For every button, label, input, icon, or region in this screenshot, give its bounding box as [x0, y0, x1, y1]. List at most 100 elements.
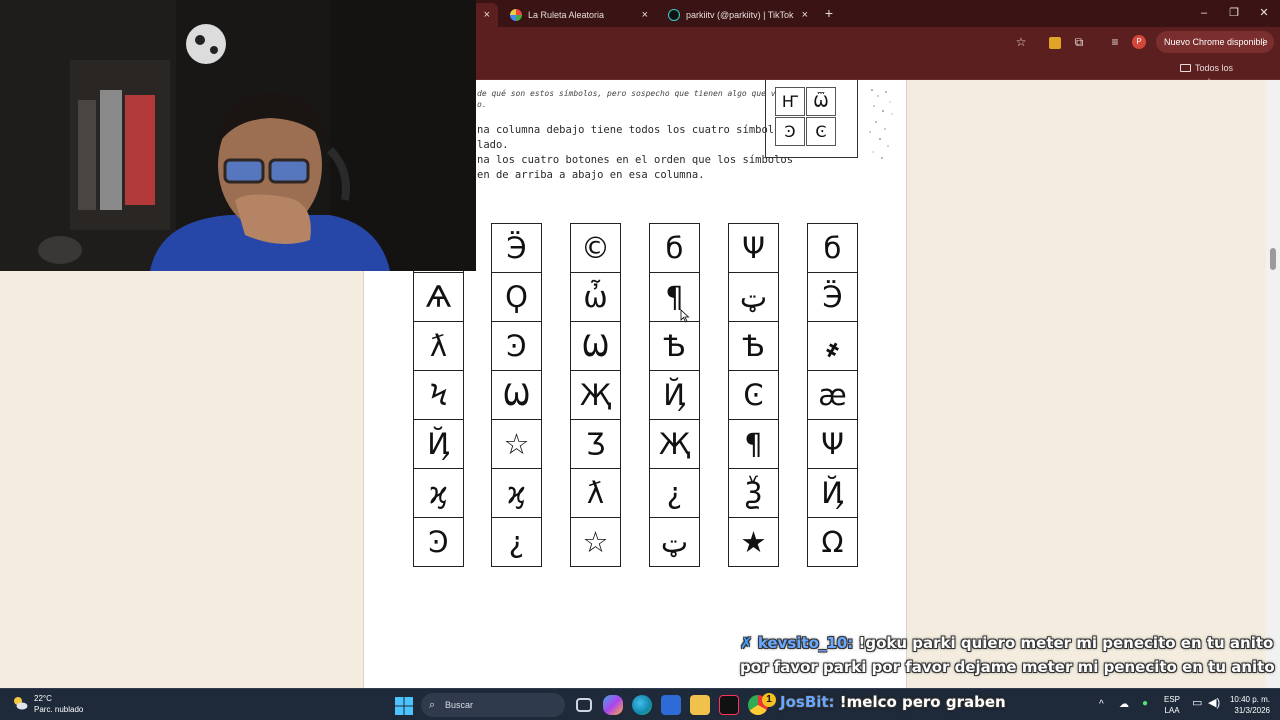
chat-username: kevsito_10:: [757, 634, 854, 652]
media-controls-icon[interactable]: ≡: [1106, 33, 1124, 51]
clock[interactable]: 10:40 p. m. 31/3/2026: [1228, 694, 1270, 716]
close-tab-icon[interactable]: ×: [484, 3, 490, 27]
network-icon[interactable]: ▭: [1192, 698, 1202, 709]
symbol-column: © ὦ Ѡ Җ Ӡ ƛ ☆: [570, 223, 621, 567]
lang-code: ESP: [1164, 695, 1181, 704]
tiktok-icon[interactable]: [719, 695, 739, 715]
symbol-cell: Ͽ: [413, 517, 464, 567]
symbol-column: Ӭ Ϙ Ͽ Ѡ ☆ ϗ ¿: [491, 223, 542, 567]
chat-username: JosBit:: [780, 693, 835, 711]
page-scrollbar[interactable]: [1266, 80, 1280, 688]
scrollbar-thumb[interactable]: [1270, 248, 1276, 270]
onedrive-icon[interactable]: ☁: [1119, 699, 1129, 710]
symbol-cell: б: [649, 223, 700, 273]
notification-badge: 1: [762, 693, 776, 707]
symbol-cell: Ҋ: [807, 468, 858, 518]
taskbar-search[interactable]: ⌕ Buscar: [421, 693, 565, 717]
tab-la-ruleta[interactable]: La Ruleta Aleatoria ×: [500, 3, 656, 27]
symbol-cell: ©: [570, 223, 621, 273]
chat-text: !melco pero graben: [839, 693, 1006, 711]
keypad-symbol: Ͼ: [806, 117, 836, 146]
instruction-line: na los cuatro botones en el orden que lo…: [477, 154, 794, 166]
symbol-cell: Ͽ: [491, 321, 542, 371]
symbol-cell: ϗ: [413, 468, 464, 518]
update-label: Nuevo Chrome disponible: [1164, 37, 1268, 47]
symbol-cell: ★: [728, 517, 779, 567]
chat-text: por favor parki por favor dejame meter m…: [740, 658, 1275, 676]
symbol-cell: ☆: [491, 419, 542, 469]
symbol-cell: ¶: [649, 272, 700, 322]
keypad-symbol: Ҥ: [775, 87, 805, 116]
extension-honey-icon[interactable]: [1046, 33, 1064, 51]
restore-button[interactable]: ❐: [1218, 0, 1250, 27]
windows-taskbar: 22°C Parc. nublado ⌕ Buscar 1 JosBit: !m…: [0, 688, 1280, 720]
symbol-column: б Ӭ ҂ æ Ψ Ҋ Ω: [807, 223, 858, 567]
instruction-line: na columna debajo tiene todos los cuatro…: [477, 124, 787, 136]
symbol-cell: ƛ: [570, 468, 621, 518]
symbol-cell: Ӭ: [491, 223, 542, 273]
note-line: de qué son estos símbolos, pero sospecho…: [477, 89, 786, 98]
weather-widget[interactable]: 22°C Parc. nublado: [12, 693, 83, 715]
volume-icon[interactable]: ◀): [1208, 698, 1220, 709]
store-icon[interactable]: [661, 695, 681, 715]
symbol-cell: Ѣ: [728, 321, 779, 371]
webcam-overlay: [0, 0, 476, 271]
close-tab-icon[interactable]: ×: [802, 3, 808, 27]
symbol-cell: Ѡ: [570, 321, 621, 371]
symbol-cell: Ѣ: [649, 321, 700, 371]
close-window-button[interactable]: ✕: [1248, 0, 1280, 27]
chat-message: por favor parki por favor dejame meter m…: [740, 658, 1275, 676]
chat-message: ✗ kevsito_10: !goku parki quiero meter m…: [740, 634, 1273, 652]
symbol-cell: Ͼ: [728, 370, 779, 420]
symbol-cell: Ѧ: [413, 272, 464, 322]
task-view-icon[interactable]: [576, 698, 592, 712]
symbol-cell: æ: [807, 370, 858, 420]
symbol-cell: ƛ: [413, 321, 464, 371]
clock-time: 10:40 p. m.: [1229, 695, 1270, 704]
chat-badge-icon: ✗: [740, 634, 753, 652]
extensions-puzzle-icon[interactable]: ⧉: [1070, 33, 1088, 51]
search-icon: ⌕: [429, 699, 436, 711]
symbol-cell: Җ: [649, 419, 700, 469]
symbol-cell: Ω: [807, 517, 858, 567]
profile-avatar[interactable]: P: [1132, 35, 1146, 49]
new-tab-button[interactable]: +: [820, 3, 838, 23]
webcam-feed: [0, 0, 476, 271]
ruleta-favicon-icon: [510, 9, 522, 21]
symbol-cell: ټ: [728, 272, 779, 322]
symbol-cell: ¿: [649, 468, 700, 518]
keypad-symbol: Ѿ: [806, 87, 836, 116]
edge-icon[interactable]: [632, 695, 652, 715]
symbol-cell: Җ: [570, 370, 621, 420]
symbol-cell: Ӡ: [570, 419, 621, 469]
close-tab-icon[interactable]: ×: [642, 3, 648, 27]
chat-text: !goku parki quiero meter mi penecito en …: [858, 634, 1274, 652]
tab-tiktok[interactable]: parkiitv (@parkiitv) | TikTok ×: [658, 3, 816, 27]
more-menu-icon[interactable]: ⋮: [1259, 31, 1268, 53]
symbol-column: Ѧ ƛ Ϟ Ҋ ϗ Ͽ: [413, 223, 464, 567]
search-placeholder: Buscar: [445, 700, 474, 710]
minimize-button[interactable]: –: [1188, 0, 1220, 27]
symbol-cell: Ѯ: [728, 468, 779, 518]
lang-layout: LAA: [1164, 706, 1180, 715]
keypad-diagram: Ҥ Ѿ Ͽ Ͼ: [765, 80, 858, 158]
bookmark-star-icon[interactable]: ☆: [1012, 33, 1030, 51]
instruction-line: lado.: [477, 139, 509, 151]
note-line: o.: [477, 100, 487, 109]
folder-icon: [1180, 64, 1191, 72]
symbol-column: б ¶ Ѣ Ҋ Җ ¿ ټ: [649, 223, 700, 567]
copilot-icon[interactable]: [603, 695, 623, 715]
microphone-icon[interactable]: ●: [1142, 698, 1148, 709]
show-hidden-icons[interactable]: ^: [1099, 699, 1104, 710]
language-indicator[interactable]: ESP LAA: [1164, 694, 1180, 716]
symbol-cell: Ӭ: [807, 272, 858, 322]
tab-title: parkiitv (@parkiitv) | TikTok: [686, 10, 794, 20]
chrome-update-button[interactable]: Nuevo Chrome disponible ⋮: [1156, 31, 1274, 53]
weather-temp: 22°C: [34, 694, 52, 703]
symbol-cell: Ϙ: [491, 272, 542, 322]
symbol-column: Ψ ټ Ѣ Ͼ ¶ Ѯ ★: [728, 223, 779, 567]
windows-start-icon[interactable]: [395, 697, 413, 715]
file-explorer-icon[interactable]: [690, 695, 710, 715]
keypad-symbol: Ͽ: [775, 117, 805, 146]
weather-cloud-sun-icon: [14, 697, 28, 710]
